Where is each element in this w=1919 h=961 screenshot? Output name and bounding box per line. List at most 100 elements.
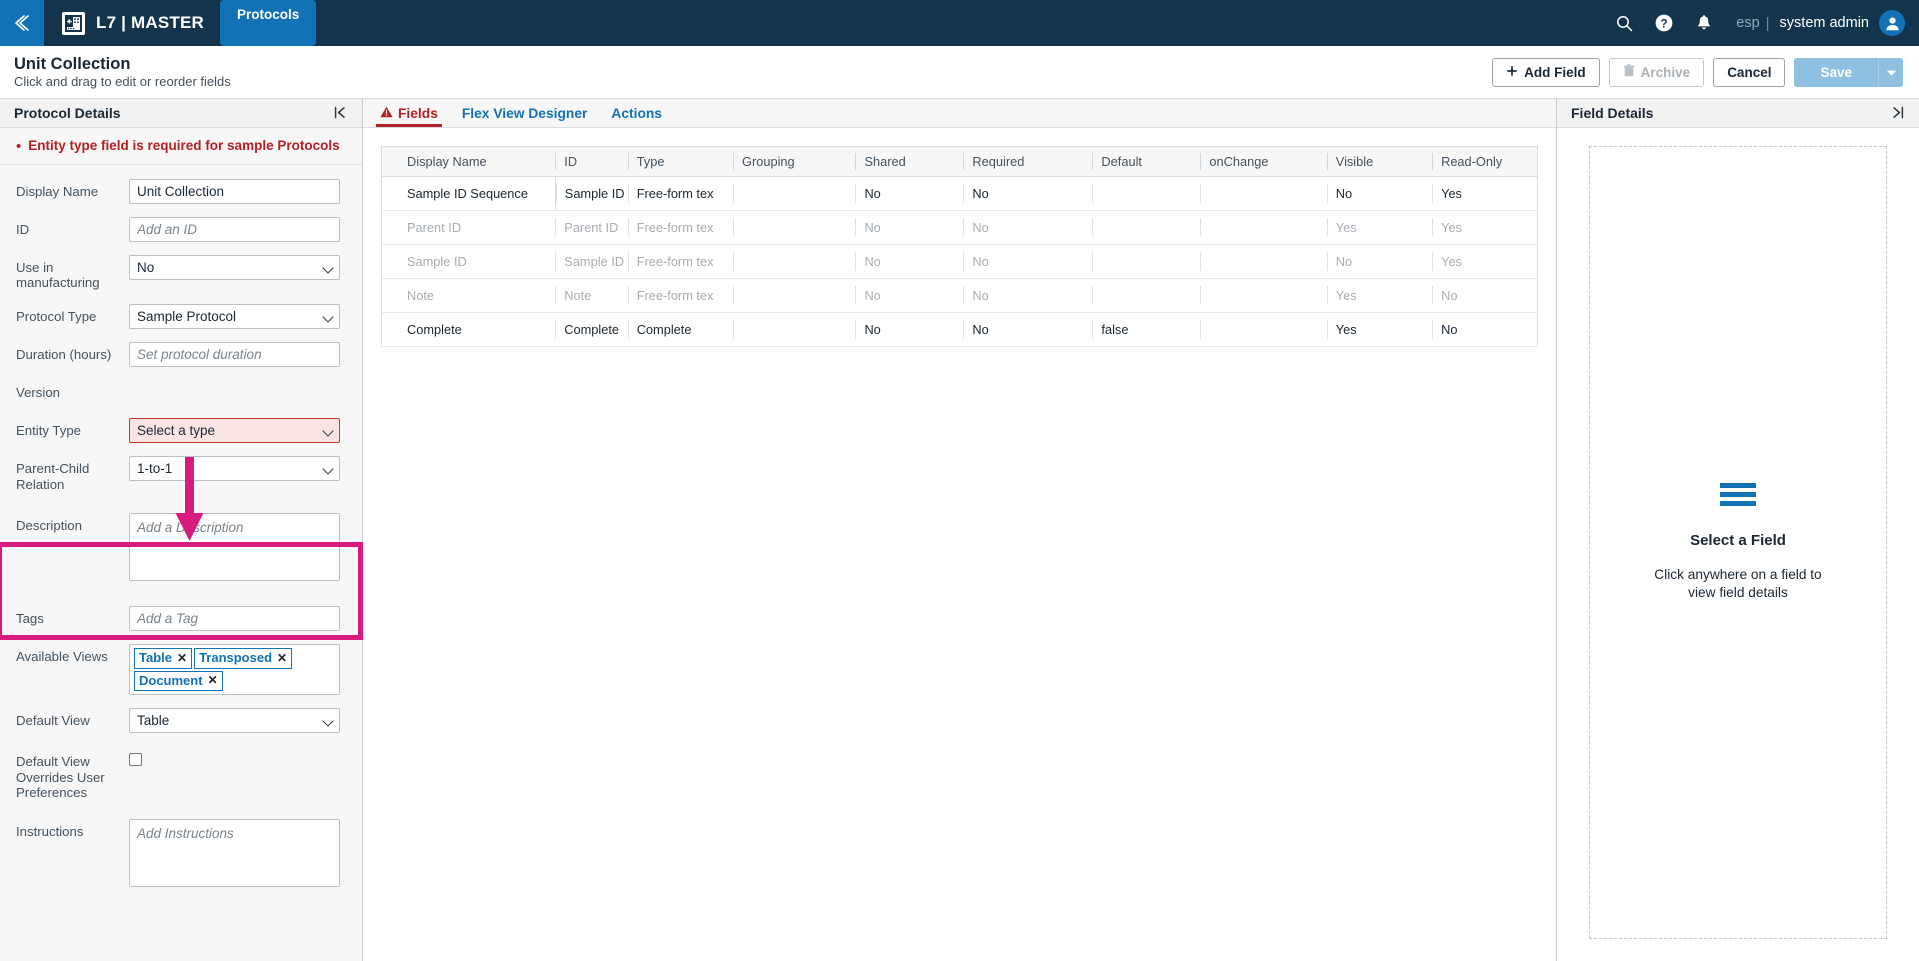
- default-view-overrides-checkbox[interactable]: [129, 753, 142, 767]
- cell-type: Free-form tex: [627, 244, 733, 279]
- tab-actions[interactable]: Actions: [599, 99, 674, 127]
- save-dropdown-button: [1878, 57, 1903, 87]
- cell-default: [1092, 176, 1201, 211]
- language-selector[interactable]: esp: [1724, 15, 1765, 31]
- tags-label: Tags: [16, 611, 44, 627]
- duration-label: Duration (hours): [16, 346, 112, 362]
- display-name-label: Display Name: [16, 184, 99, 199]
- close-icon[interactable]: ✕: [208, 672, 218, 688]
- cell-display-name: Note: [381, 278, 556, 313]
- page-title: Unit Collection: [14, 54, 131, 73]
- collapse-right-icon[interactable]: [1890, 105, 1905, 122]
- field-details-body: Select a Field Click anywhere on a field…: [1557, 128, 1919, 961]
- field-row-duration: Duration (hours): [0, 341, 362, 367]
- question-circle-icon[interactable]: ?: [1644, 0, 1684, 46]
- field-details-title: Field Details: [1571, 105, 1654, 121]
- view-tag-transposed[interactable]: Transposed ✕: [194, 648, 293, 669]
- field-row-version: Version: [0, 380, 362, 400]
- description-textarea[interactable]: [129, 513, 340, 582]
- cell-onchange: [1200, 278, 1327, 313]
- table-row[interactable]: Note Note Free-form tex No No Yes No: [381, 278, 1539, 313]
- user-avatar-icon[interactable]: [1879, 10, 1905, 36]
- cell-onchange: [1200, 176, 1327, 211]
- cell-grouping: [733, 244, 856, 279]
- default-view-select[interactable]: Table: [129, 708, 340, 734]
- search-icon[interactable]: [1604, 0, 1644, 46]
- cell-display-name: Sample ID: [381, 244, 556, 279]
- cell-visible: Yes: [1326, 278, 1433, 313]
- cell-visible: Yes: [1326, 312, 1433, 347]
- trash-icon: [1623, 64, 1635, 80]
- instructions-textarea[interactable]: [129, 818, 340, 887]
- col-id[interactable]: ID: [555, 146, 628, 177]
- protocol-type-label: Protocol Type: [16, 308, 97, 324]
- collapse-left-icon[interactable]: [333, 105, 348, 122]
- use-in-manufacturing-select[interactable]: No: [129, 255, 340, 280]
- tab-fields[interactable]: Fields: [368, 99, 450, 127]
- add-field-button[interactable]: Add Field: [1492, 57, 1600, 87]
- available-views-tagbox[interactable]: Table ✕ Transposed ✕ Document ✕: [129, 644, 340, 696]
- field-row-default-view-overrides: Default View Overrides User Preferences: [0, 749, 362, 800]
- table-row[interactable]: Sample ID Sequence Sample ID Free-form t…: [381, 176, 1539, 211]
- tags-input[interactable]: [129, 606, 340, 632]
- close-icon[interactable]: ✕: [277, 650, 287, 666]
- col-display-name[interactable]: Display Name: [381, 146, 556, 177]
- col-shared[interactable]: Shared: [855, 146, 964, 177]
- center-tab-bar: Fields Flex View Designer Actions: [363, 99, 1556, 128]
- list-lines-icon: [1720, 482, 1756, 506]
- col-required[interactable]: Required: [963, 146, 1093, 177]
- validation-error-text: Entity type field is required for sample…: [28, 138, 340, 153]
- cell-grouping: [733, 176, 856, 211]
- cell-id: Sample ID: [555, 244, 628, 279]
- archive-button: Archive: [1608, 57, 1705, 87]
- cell-type: Free-form tex: [627, 176, 733, 211]
- field-row-protocol-type: Protocol Type Sample Protocol: [0, 303, 362, 329]
- col-onchange[interactable]: onChange: [1200, 146, 1327, 177]
- available-views-label: Available Views: [16, 649, 108, 665]
- cell-required: No: [963, 278, 1093, 313]
- user-name-label[interactable]: system admin: [1770, 15, 1879, 31]
- bell-icon[interactable]: [1684, 0, 1724, 46]
- field-row-display-name: Display Name: [0, 179, 362, 204]
- col-type[interactable]: Type: [627, 146, 733, 177]
- cell-id: Complete: [555, 312, 628, 347]
- view-tag-table[interactable]: Table ✕: [134, 648, 193, 669]
- page-header-actions: Add Field Archive Cancel Save: [1492, 57, 1903, 87]
- cell-onchange: [1200, 210, 1327, 245]
- plus-icon: [1506, 65, 1518, 80]
- display-name-input[interactable]: [129, 179, 340, 204]
- id-input[interactable]: [129, 217, 340, 242]
- field-details-panel: Field Details Select a Field Click anywh…: [1556, 99, 1919, 961]
- cell-shared: No: [855, 312, 964, 347]
- cancel-button[interactable]: Cancel: [1713, 57, 1786, 87]
- col-visible[interactable]: Visible: [1326, 146, 1433, 177]
- cell-display-name: Parent ID: [381, 210, 556, 245]
- cell-grouping: [733, 210, 856, 245]
- field-row-id: ID: [0, 217, 362, 242]
- cell-shared: No: [855, 210, 964, 245]
- view-tag-document[interactable]: Document ✕: [134, 670, 223, 692]
- col-default[interactable]: Default: [1092, 146, 1201, 177]
- back-button[interactable]: [0, 0, 44, 46]
- close-icon[interactable]: ✕: [177, 650, 187, 666]
- version-label: Version: [16, 384, 60, 400]
- table-row[interactable]: Complete Complete Complete No No false Y…: [381, 312, 1539, 347]
- entity-type-select[interactable]: Select a type: [129, 418, 340, 444]
- duration-input[interactable]: [129, 341, 340, 367]
- description-label: Description: [16, 518, 82, 534]
- parent-child-relation-select[interactable]: 1-to-1: [129, 456, 340, 482]
- col-grouping[interactable]: Grouping: [733, 146, 856, 177]
- table-row[interactable]: Sample ID Sample ID Free-form tex No No …: [381, 244, 1539, 279]
- protocol-type-select[interactable]: Sample Protocol: [129, 303, 340, 329]
- default-view-label: Default View: [16, 713, 90, 729]
- col-read-only[interactable]: Read-Only: [1432, 146, 1539, 177]
- tab-flex-view-designer[interactable]: Flex View Designer: [450, 99, 600, 127]
- save-button: Save: [1794, 57, 1878, 87]
- protocol-details-form: Display Name ID Use in manufacturing No …: [0, 165, 362, 961]
- field-row-instructions: Instructions: [0, 818, 362, 892]
- svg-text:?: ?: [1661, 18, 1668, 30]
- table-row[interactable]: Parent ID Parent ID Free-form tex No No …: [381, 210, 1539, 245]
- nav-tab-protocols[interactable]: Protocols: [220, 0, 317, 46]
- brand-label: L7 | MASTER: [96, 13, 205, 32]
- cell-display-name: Sample ID Sequence: [381, 176, 556, 211]
